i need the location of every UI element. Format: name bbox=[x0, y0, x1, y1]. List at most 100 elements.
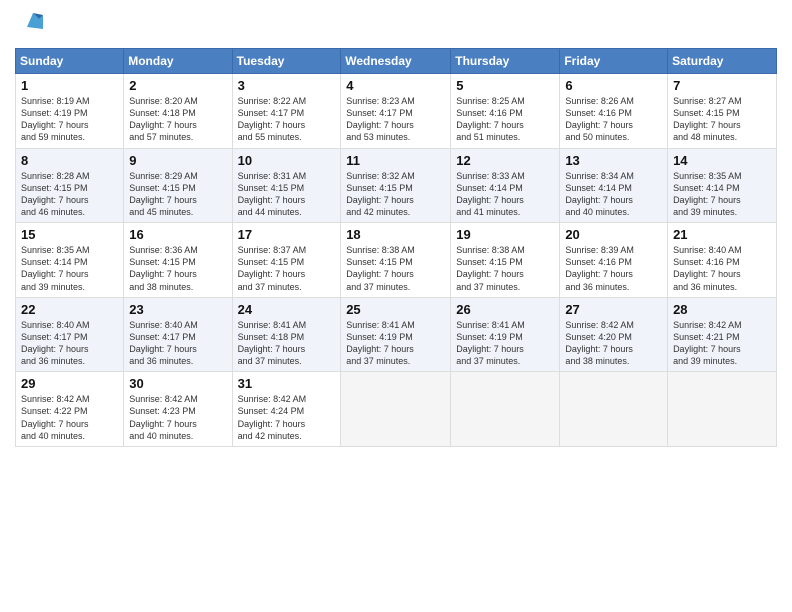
day-info: Sunrise: 8:40 AMSunset: 4:17 PMDaylight:… bbox=[129, 319, 226, 368]
table-row: 30 Sunrise: 8:42 AMSunset: 4:23 PMDaylig… bbox=[124, 372, 232, 447]
col-sunday: Sunday bbox=[16, 49, 124, 74]
calendar-page: Sunday Monday Tuesday Wednesday Thursday… bbox=[0, 0, 792, 612]
day-info: Sunrise: 8:31 AMSunset: 4:15 PMDaylight:… bbox=[238, 170, 336, 219]
day-number: 3 bbox=[238, 78, 336, 93]
day-number: 6 bbox=[565, 78, 662, 93]
day-number: 14 bbox=[673, 153, 771, 168]
day-number: 7 bbox=[673, 78, 771, 93]
day-info: Sunrise: 8:20 AMSunset: 4:18 PMDaylight:… bbox=[129, 95, 226, 144]
day-info: Sunrise: 8:39 AMSunset: 4:16 PMDaylight:… bbox=[565, 244, 662, 293]
table-row bbox=[341, 372, 451, 447]
col-wednesday: Wednesday bbox=[341, 49, 451, 74]
day-number: 17 bbox=[238, 227, 336, 242]
table-row: 5 Sunrise: 8:25 AMSunset: 4:16 PMDayligh… bbox=[451, 74, 560, 149]
day-info: Sunrise: 8:34 AMSunset: 4:14 PMDaylight:… bbox=[565, 170, 662, 219]
day-number: 24 bbox=[238, 302, 336, 317]
day-number: 28 bbox=[673, 302, 771, 317]
col-monday: Monday bbox=[124, 49, 232, 74]
table-row: 12 Sunrise: 8:33 AMSunset: 4:14 PMDaylig… bbox=[451, 148, 560, 223]
day-number: 10 bbox=[238, 153, 336, 168]
day-info: Sunrise: 8:41 AMSunset: 4:19 PMDaylight:… bbox=[346, 319, 445, 368]
table-row bbox=[560, 372, 668, 447]
table-row: 2 Sunrise: 8:20 AMSunset: 4:18 PMDayligh… bbox=[124, 74, 232, 149]
day-number: 26 bbox=[456, 302, 554, 317]
day-info: Sunrise: 8:41 AMSunset: 4:19 PMDaylight:… bbox=[456, 319, 554, 368]
day-number: 22 bbox=[21, 302, 118, 317]
col-saturday: Saturday bbox=[668, 49, 777, 74]
day-info: Sunrise: 8:41 AMSunset: 4:18 PMDaylight:… bbox=[238, 319, 336, 368]
day-info: Sunrise: 8:42 AMSunset: 4:24 PMDaylight:… bbox=[238, 393, 336, 442]
day-number: 19 bbox=[456, 227, 554, 242]
table-row: 7 Sunrise: 8:27 AMSunset: 4:15 PMDayligh… bbox=[668, 74, 777, 149]
day-number: 31 bbox=[238, 376, 336, 391]
day-number: 27 bbox=[565, 302, 662, 317]
day-info: Sunrise: 8:29 AMSunset: 4:15 PMDaylight:… bbox=[129, 170, 226, 219]
col-friday: Friday bbox=[560, 49, 668, 74]
day-info: Sunrise: 8:40 AMSunset: 4:17 PMDaylight:… bbox=[21, 319, 118, 368]
table-row: 28 Sunrise: 8:42 AMSunset: 4:21 PMDaylig… bbox=[668, 297, 777, 372]
day-number: 2 bbox=[129, 78, 226, 93]
day-info: Sunrise: 8:35 AMSunset: 4:14 PMDaylight:… bbox=[21, 244, 118, 293]
table-row bbox=[668, 372, 777, 447]
day-info: Sunrise: 8:28 AMSunset: 4:15 PMDaylight:… bbox=[21, 170, 118, 219]
day-info: Sunrise: 8:32 AMSunset: 4:15 PMDaylight:… bbox=[346, 170, 445, 219]
day-number: 1 bbox=[21, 78, 118, 93]
day-info: Sunrise: 8:23 AMSunset: 4:17 PMDaylight:… bbox=[346, 95, 445, 144]
day-info: Sunrise: 8:27 AMSunset: 4:15 PMDaylight:… bbox=[673, 95, 771, 144]
table-row: 23 Sunrise: 8:40 AMSunset: 4:17 PMDaylig… bbox=[124, 297, 232, 372]
day-number: 15 bbox=[21, 227, 118, 242]
col-thursday: Thursday bbox=[451, 49, 560, 74]
table-row: 22 Sunrise: 8:40 AMSunset: 4:17 PMDaylig… bbox=[16, 297, 124, 372]
col-tuesday: Tuesday bbox=[232, 49, 341, 74]
day-info: Sunrise: 8:42 AMSunset: 4:21 PMDaylight:… bbox=[673, 319, 771, 368]
table-row: 19 Sunrise: 8:38 AMSunset: 4:15 PMDaylig… bbox=[451, 223, 560, 298]
table-row: 24 Sunrise: 8:41 AMSunset: 4:18 PMDaylig… bbox=[232, 297, 341, 372]
table-row: 17 Sunrise: 8:37 AMSunset: 4:15 PMDaylig… bbox=[232, 223, 341, 298]
table-row: 20 Sunrise: 8:39 AMSunset: 4:16 PMDaylig… bbox=[560, 223, 668, 298]
day-number: 21 bbox=[673, 227, 771, 242]
day-number: 5 bbox=[456, 78, 554, 93]
day-info: Sunrise: 8:40 AMSunset: 4:16 PMDaylight:… bbox=[673, 244, 771, 293]
table-row: 1 Sunrise: 8:19 AMSunset: 4:19 PMDayligh… bbox=[16, 74, 124, 149]
day-info: Sunrise: 8:36 AMSunset: 4:15 PMDaylight:… bbox=[129, 244, 226, 293]
day-info: Sunrise: 8:38 AMSunset: 4:15 PMDaylight:… bbox=[346, 244, 445, 293]
day-info: Sunrise: 8:26 AMSunset: 4:16 PMDaylight:… bbox=[565, 95, 662, 144]
day-info: Sunrise: 8:42 AMSunset: 4:22 PMDaylight:… bbox=[21, 393, 118, 442]
table-row: 8 Sunrise: 8:28 AMSunset: 4:15 PMDayligh… bbox=[16, 148, 124, 223]
day-number: 16 bbox=[129, 227, 226, 242]
header bbox=[15, 10, 777, 40]
day-number: 9 bbox=[129, 153, 226, 168]
day-number: 11 bbox=[346, 153, 445, 168]
table-row: 31 Sunrise: 8:42 AMSunset: 4:24 PMDaylig… bbox=[232, 372, 341, 447]
day-number: 29 bbox=[21, 376, 118, 391]
day-info: Sunrise: 8:38 AMSunset: 4:15 PMDaylight:… bbox=[456, 244, 554, 293]
table-row: 29 Sunrise: 8:42 AMSunset: 4:22 PMDaylig… bbox=[16, 372, 124, 447]
table-row: 9 Sunrise: 8:29 AMSunset: 4:15 PMDayligh… bbox=[124, 148, 232, 223]
day-info: Sunrise: 8:19 AMSunset: 4:19 PMDaylight:… bbox=[21, 95, 118, 144]
table-row: 14 Sunrise: 8:35 AMSunset: 4:14 PMDaylig… bbox=[668, 148, 777, 223]
day-info: Sunrise: 8:33 AMSunset: 4:14 PMDaylight:… bbox=[456, 170, 554, 219]
day-info: Sunrise: 8:42 AMSunset: 4:20 PMDaylight:… bbox=[565, 319, 662, 368]
table-row: 3 Sunrise: 8:22 AMSunset: 4:17 PMDayligh… bbox=[232, 74, 341, 149]
table-row: 16 Sunrise: 8:36 AMSunset: 4:15 PMDaylig… bbox=[124, 223, 232, 298]
logo bbox=[15, 15, 47, 40]
day-info: Sunrise: 8:25 AMSunset: 4:16 PMDaylight:… bbox=[456, 95, 554, 144]
table-row: 4 Sunrise: 8:23 AMSunset: 4:17 PMDayligh… bbox=[341, 74, 451, 149]
day-info: Sunrise: 8:35 AMSunset: 4:14 PMDaylight:… bbox=[673, 170, 771, 219]
day-number: 25 bbox=[346, 302, 445, 317]
table-row: 21 Sunrise: 8:40 AMSunset: 4:16 PMDaylig… bbox=[668, 223, 777, 298]
table-row bbox=[451, 372, 560, 447]
table-row: 10 Sunrise: 8:31 AMSunset: 4:15 PMDaylig… bbox=[232, 148, 341, 223]
table-row: 11 Sunrise: 8:32 AMSunset: 4:15 PMDaylig… bbox=[341, 148, 451, 223]
day-number: 13 bbox=[565, 153, 662, 168]
day-info: Sunrise: 8:37 AMSunset: 4:15 PMDaylight:… bbox=[238, 244, 336, 293]
calendar-header: Sunday Monday Tuesday Wednesday Thursday… bbox=[16, 49, 777, 74]
calendar-table: Sunday Monday Tuesday Wednesday Thursday… bbox=[15, 48, 777, 447]
table-row: 27 Sunrise: 8:42 AMSunset: 4:20 PMDaylig… bbox=[560, 297, 668, 372]
day-number: 23 bbox=[129, 302, 226, 317]
table-row: 13 Sunrise: 8:34 AMSunset: 4:14 PMDaylig… bbox=[560, 148, 668, 223]
calendar-body: 1 Sunrise: 8:19 AMSunset: 4:19 PMDayligh… bbox=[16, 74, 777, 447]
table-row: 18 Sunrise: 8:38 AMSunset: 4:15 PMDaylig… bbox=[341, 223, 451, 298]
table-row: 6 Sunrise: 8:26 AMSunset: 4:16 PMDayligh… bbox=[560, 74, 668, 149]
table-row: 15 Sunrise: 8:35 AMSunset: 4:14 PMDaylig… bbox=[16, 223, 124, 298]
